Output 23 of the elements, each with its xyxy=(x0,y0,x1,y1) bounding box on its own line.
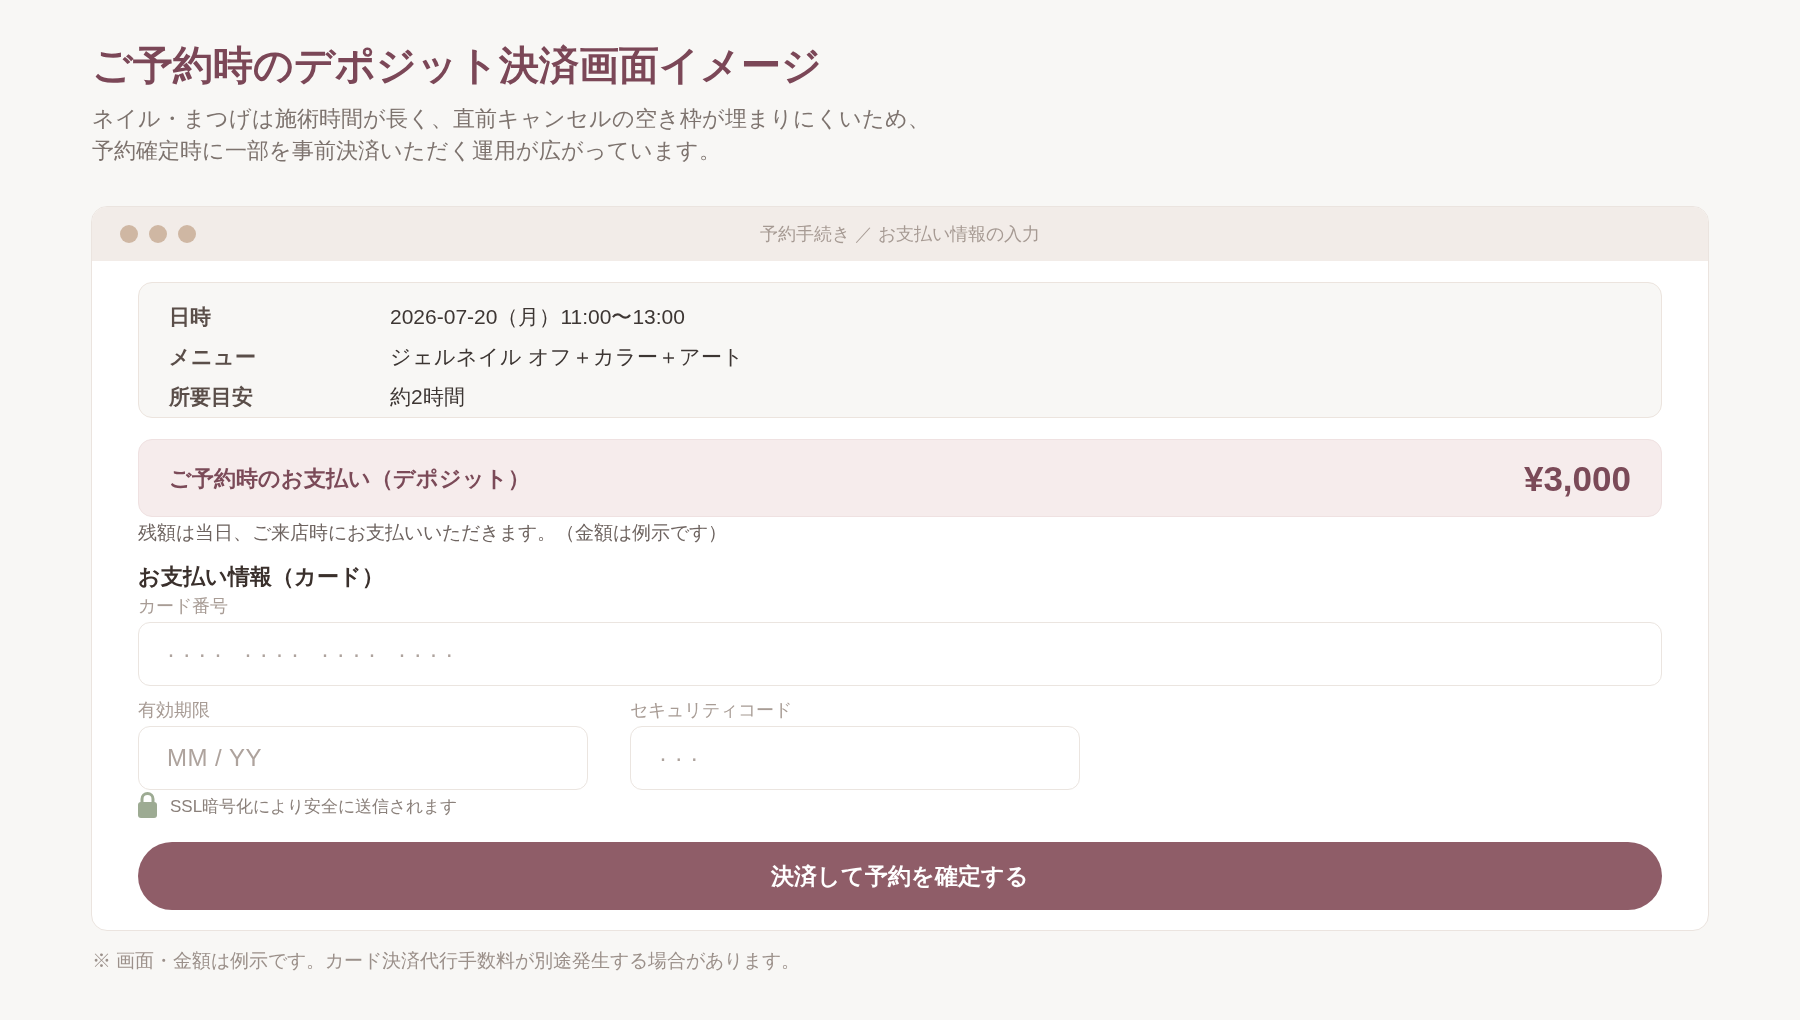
input-field[interactable]: ···· ···· ···· ···· xyxy=(138,622,1662,686)
payment-heading: お支払い情報（カード） xyxy=(138,563,385,591)
summary-label: メニュー xyxy=(169,344,257,370)
confirm-payment-button[interactable]: 決済して予約を確定する xyxy=(138,842,1662,910)
field-label: 有効期限 xyxy=(138,699,211,721)
summary-value: ジェルネイル オフ＋カラー＋アート xyxy=(390,344,745,370)
deposit-label: ご予約時のお支払い（デポジット） xyxy=(169,464,530,493)
field-label: セキュリティコード xyxy=(630,699,793,721)
deposit-amount: ¥3,000 xyxy=(1523,460,1631,496)
page-title: ご予約時のデポジット決済画面イメージ xyxy=(91,42,823,90)
intro-text: ネイル・まつげは施術時間が長く、直前キャンセルの空き枠が埋まりにくいため、 予約確定時に一部を事前決済いただく運用が広がっています。 xyxy=(91,106,931,165)
lock-icon xyxy=(138,791,157,818)
deposit-note: 残額は当日、ご来店時にお支払いいただきます。（金額は例示です） xyxy=(138,521,728,545)
summary-label: 日時 xyxy=(169,304,212,330)
summary-value: 2026-07-20（月）11:00〜13:00 xyxy=(390,304,686,330)
input-field[interactable]: MM / YY xyxy=(138,726,588,790)
footnote: ※ 画面・金額は例示です。カード決済代行手数料が別途発生する場合があります。 xyxy=(91,949,802,973)
summary-label: 所要目安 xyxy=(169,384,254,410)
window-title: 予約手続き ／ お支払い情報の入力 xyxy=(760,222,1040,246)
field-label: カード番号 xyxy=(138,595,229,617)
summary-value: 約2時間 xyxy=(390,384,466,410)
input-field[interactable]: ··· xyxy=(630,726,1080,790)
security-note: SSL暗号化により安全に送信されます xyxy=(170,796,458,818)
